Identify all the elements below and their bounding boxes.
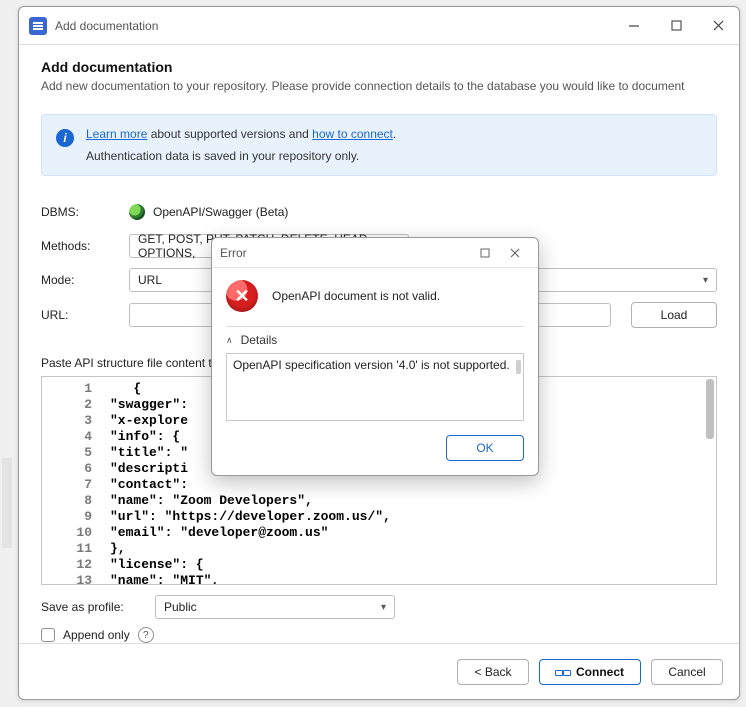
append-only-label: Append only: [63, 628, 130, 642]
details-scrollbar[interactable]: [516, 360, 521, 374]
line-gutter: 1 2 3 4 5 6 7 8 9 10 11 12 13: [42, 377, 102, 584]
close-icon: [713, 20, 724, 31]
openapi-icon: [129, 204, 145, 220]
learn-more-link[interactable]: Learn more: [86, 127, 147, 141]
dialog-titlebar: Error: [212, 238, 538, 268]
wizard-footer: < Back Connect Cancel: [19, 643, 739, 699]
dialog-maximize-button[interactable]: [470, 239, 500, 267]
ok-button-label: OK: [476, 441, 493, 455]
save-profile-label: Save as profile:: [41, 600, 141, 614]
save-profile-select[interactable]: Public ▾: [155, 595, 395, 619]
window-title: Add documentation: [55, 19, 158, 33]
back-button[interactable]: < Back: [457, 659, 529, 685]
maximize-button[interactable]: [655, 7, 697, 45]
connect-icon: [556, 667, 570, 677]
close-icon: [510, 248, 520, 258]
minimize-icon: [628, 20, 640, 32]
titlebar: Add documentation: [19, 7, 739, 45]
cancel-button[interactable]: Cancel: [651, 659, 723, 685]
background-sliver: [0, 0, 18, 707]
ok-button[interactable]: OK: [446, 435, 524, 461]
info-line2: Authentication data is saved in your rep…: [86, 149, 396, 163]
connect-button[interactable]: Connect: [539, 659, 641, 685]
chevron-up-icon: ∧: [226, 335, 233, 346]
how-to-connect-link[interactable]: how to connect: [312, 127, 393, 141]
info-line1: Learn more about supported versions and …: [86, 127, 396, 141]
mode-value: URL: [138, 273, 162, 287]
info-period: .: [393, 127, 396, 141]
app-icon: [29, 17, 47, 35]
back-button-label: < Back: [474, 665, 511, 679]
chevron-down-icon: ▾: [381, 602, 386, 613]
details-text-content: OpenAPI specification version '4.0' is n…: [233, 358, 510, 372]
details-label: Details: [241, 333, 278, 347]
cancel-button-label: Cancel: [668, 665, 705, 679]
dialog-close-button[interactable]: [500, 239, 530, 267]
url-label: URL:: [41, 308, 129, 322]
details-toggle[interactable]: ∧ Details: [226, 326, 524, 353]
maximize-icon: [480, 248, 490, 258]
load-button-label: Load: [661, 308, 688, 322]
info-text-middle: about supported versions and: [147, 127, 312, 141]
append-only-checkbox[interactable]: [41, 628, 55, 642]
info-banner: i Learn more about supported versions an…: [41, 114, 717, 176]
maximize-icon: [671, 20, 682, 31]
editor-scrollbar[interactable]: [706, 379, 714, 439]
details-text[interactable]: OpenAPI specification version '4.0' is n…: [226, 353, 524, 421]
chevron-down-icon: ▾: [703, 275, 708, 286]
page-subtitle: Add new documentation to your repository…: [41, 78, 717, 94]
mode-label: Mode:: [41, 273, 129, 287]
dialog-message: OpenAPI document is not valid.: [272, 289, 440, 303]
error-dialog: Error ✕ OpenAPI document is not valid. ∧…: [211, 237, 539, 476]
close-button[interactable]: [697, 7, 739, 45]
dbms-value: OpenAPI/Swagger (Beta): [153, 205, 288, 219]
save-profile-value: Public: [164, 600, 197, 614]
error-icon: ✕: [226, 280, 258, 312]
connect-button-label: Connect: [576, 665, 624, 679]
dbms-label: DBMS:: [41, 205, 129, 219]
dialog-title: Error: [220, 246, 247, 260]
methods-label: Methods:: [41, 239, 129, 253]
page-title: Add documentation: [41, 59, 717, 75]
info-icon: i: [56, 129, 74, 147]
load-button[interactable]: Load: [631, 302, 717, 328]
minimize-button[interactable]: [613, 7, 655, 45]
help-icon[interactable]: ?: [138, 627, 154, 643]
